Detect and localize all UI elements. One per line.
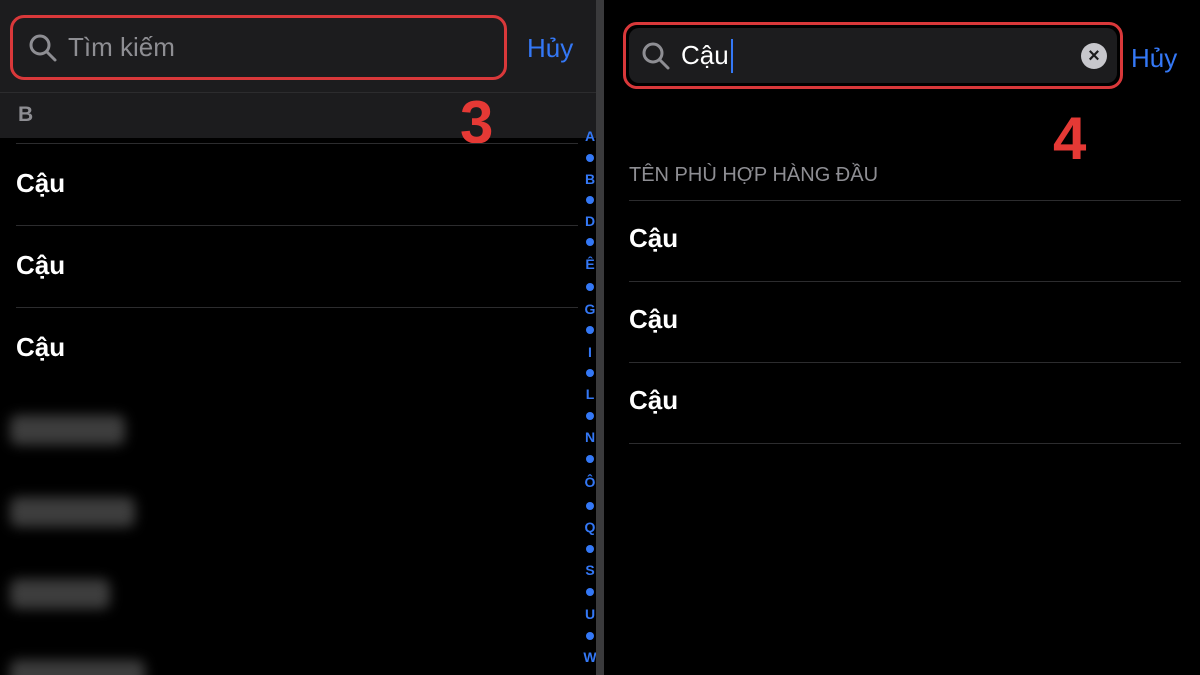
search-highlight-frame: Tìm kiếm	[10, 15, 507, 80]
index-dot	[586, 369, 594, 377]
index-letter[interactable]: G	[582, 301, 596, 317]
contact-row[interactable]: Cậu	[16, 225, 578, 307]
search-field[interactable]: Cậu ×	[629, 28, 1117, 83]
contact-name: Cậu	[16, 250, 66, 280]
text-cursor	[730, 38, 733, 73]
contact-name: Cậu	[16, 332, 66, 362]
cancel-button[interactable]: Hủy	[527, 33, 573, 64]
index-dot	[586, 196, 594, 204]
index-letter[interactable]: N	[582, 429, 596, 445]
result-row[interactable]: Cậu	[629, 362, 1181, 443]
index-dot	[586, 326, 594, 334]
result-name: Cậu	[629, 223, 679, 253]
search-icon	[29, 34, 57, 61]
right-screen: Cậu × Hủy 4 TÊN PHÙ HỢP HÀNG ĐẦU Cậu Cậu…	[604, 0, 1200, 675]
blurred-contact-row[interactable]	[10, 660, 145, 675]
result-name: Cậu	[629, 385, 679, 415]
index-dot	[586, 455, 594, 463]
contact-row[interactable]: Cậu	[16, 143, 578, 225]
index-dot	[586, 154, 594, 162]
index-dot	[586, 545, 594, 553]
index-letter[interactable]: L	[582, 386, 596, 402]
search-field[interactable]: Tìm kiếm	[16, 21, 501, 74]
top-matches-header: TÊN PHÙ HỢP HÀNG ĐẦU	[629, 164, 879, 186]
index-letter[interactable]: W	[582, 649, 596, 665]
index-dot	[586, 502, 594, 510]
search-highlight-frame: Cậu ×	[623, 22, 1123, 89]
search-input-value[interactable]: Cậu	[681, 40, 729, 71]
index-dot	[586, 283, 594, 291]
index-letter[interactable]: A	[582, 128, 596, 144]
index-dot	[586, 632, 594, 640]
result-row[interactable]: Cậu	[629, 200, 1181, 281]
blurred-contact-row[interactable]	[10, 497, 135, 527]
step-number-4: 4	[1053, 105, 1087, 172]
result-name: Cậu	[629, 304, 679, 334]
index-letter[interactable]: Ô	[582, 474, 596, 490]
clear-text-icon[interactable]: ×	[1081, 42, 1107, 69]
panel-divider	[596, 0, 604, 675]
index-letter[interactable]: Ê	[582, 256, 596, 272]
contact-row[interactable]: Cậu	[16, 307, 578, 389]
index-letter[interactable]: U	[582, 606, 596, 622]
index-letter[interactable]: I	[582, 344, 596, 360]
index-dot	[586, 588, 594, 596]
index-letter[interactable]: Q	[582, 519, 596, 535]
blurred-contact-row[interactable]	[10, 415, 125, 445]
result-row[interactable]: Cậu	[629, 281, 1181, 362]
search-icon	[642, 42, 670, 69]
index-dot	[586, 238, 594, 246]
index-letter[interactable]: B	[582, 171, 596, 187]
list-separator	[629, 443, 1181, 444]
index-dot	[586, 412, 594, 420]
index-letter[interactable]: S	[582, 562, 596, 578]
blurred-contact-row[interactable]	[10, 579, 110, 609]
left-screen: Tìm kiếm Hủy B 3 Cậu Cậu Cậu A B D Ê G I…	[0, 0, 596, 675]
section-header: B	[0, 92, 596, 138]
index-letter[interactable]: D	[582, 213, 596, 229]
contact-name: Cậu	[16, 168, 66, 198]
section-header-label: B	[18, 103, 34, 126]
cancel-button[interactable]: Hủy	[1131, 43, 1177, 74]
search-placeholder: Tìm kiếm	[68, 32, 175, 62]
